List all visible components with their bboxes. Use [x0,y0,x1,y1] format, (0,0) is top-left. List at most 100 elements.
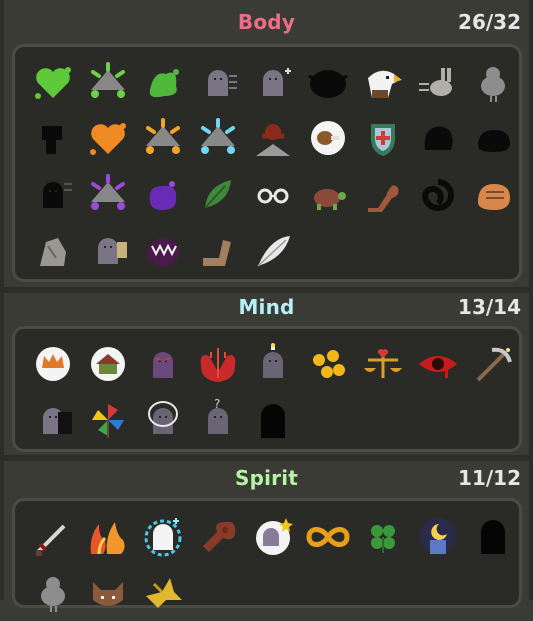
house-thought-bubble-icon [90,347,125,381]
icon-slot[interactable] [80,55,135,111]
icon-slot[interactable] [80,393,135,449]
icon-slot[interactable] [465,55,520,111]
icon-slot[interactable] [465,337,520,393]
icon-slot[interactable] [135,111,190,167]
icon-slot[interactable] [25,393,80,449]
icon-slot[interactable] [300,55,355,111]
icon-slot[interactable] [190,223,245,279]
icon-slot[interactable] [80,337,135,393]
icon-slot[interactable] [25,167,80,223]
icon-slot[interactable] [135,167,190,223]
section-count-spirit: 11/12 [458,466,521,490]
icon-slot[interactable] [245,337,300,393]
gold-bird-icon [145,578,182,608]
icon-slot[interactable] [80,565,135,621]
red-eye-icon [418,356,457,378]
icon-slot[interactable] [410,337,465,393]
icon-slot[interactable] [190,111,245,167]
gray-bird-icon [40,577,65,612]
icon-slot[interactable] [25,509,80,565]
bent-arm-icon [202,240,231,266]
icon-slot[interactable] [245,111,300,167]
green-mountain-splash-icon [90,62,125,98]
orange-heart-splash-icon [89,123,126,155]
icon-slot[interactable] [465,509,520,565]
icon-slot[interactable] [300,111,355,167]
eagle-head-icon [367,70,402,98]
icon-slot[interactable] [135,509,190,565]
icon-slot[interactable] [135,393,190,449]
purple-mountain-splash-icon [90,174,125,210]
icon-slot[interactable] [245,167,300,223]
red-imp-on-rock-icon [255,124,290,156]
icon-slot[interactable] [355,337,410,393]
icon-slot[interactable] [465,167,520,223]
section-title-mind: Mind [238,295,295,319]
icon-slot[interactable] [80,167,135,223]
gray-bird-icon [480,67,505,102]
black-silhouette-icon [41,126,62,154]
glasses-icon [257,188,288,204]
icon-slot[interactable] [190,55,245,111]
clover-icon [370,525,395,553]
icon-slot[interactable] [135,337,190,393]
white-feather-icon [256,236,290,267]
icon-slot[interactable] [190,167,245,223]
icon-slot[interactable] [25,223,80,279]
icon-slot[interactable] [190,337,245,393]
icon-slot[interactable] [135,55,190,111]
icon-slot[interactable] [80,223,135,279]
section-count-body: 26/32 [458,10,521,34]
icon-slot[interactable] [465,111,520,167]
icon-slot[interactable] [245,509,300,565]
icon-grid-mind: ? [25,337,520,449]
icon-slot[interactable] [245,223,300,279]
icon-slot[interactable] [355,167,410,223]
icon-slot[interactable] [355,55,410,111]
green-heart-splash-icon [34,67,71,99]
icon-slot[interactable] [135,223,190,279]
section-mind: Mind 13/14 ? [0,292,533,458]
black-mystery-creature-icon [307,70,348,98]
icon-slot[interactable] [25,111,80,167]
icon-slot[interactable] [245,55,300,111]
icon-slot[interactable] [190,509,245,565]
icon-slot[interactable] [410,509,465,565]
icon-slot[interactable] [80,509,135,565]
icon-slot[interactable] [300,509,355,565]
meat-bat-icon [202,521,235,552]
fire-pair-icon [90,522,125,555]
ghost-star-bubble-icon [255,518,293,555]
icon-slot[interactable] [25,337,80,393]
purple-evil-ghost-icon [152,352,173,378]
black-ghost-silhouette-icon [480,520,505,554]
green-slime-splash-icon [149,69,179,98]
icon-slot[interactable] [25,55,80,111]
icon-slot[interactable] [410,111,465,167]
ghost-question-icon: ? [207,398,228,434]
icon-slot[interactable] [410,167,465,223]
icon-slot[interactable] [245,393,300,449]
icon-panel-mind: ? [12,326,522,452]
green-leaf-icon [203,180,231,209]
icon-slot[interactable] [410,55,465,111]
turtle-icon [313,189,346,210]
icon-grid-body [25,55,520,279]
fox-face-icon [92,582,123,606]
purple-blob-icon [149,181,176,210]
icon-slot[interactable] [300,337,355,393]
gray-rabbit-dash-icon [418,68,452,96]
section-title-spirit: Spirit [234,466,299,490]
orange-fist-icon [477,184,510,210]
icon-slot[interactable] [300,167,355,223]
black-ghost-dash-icon [42,182,72,208]
icon-slot[interactable] [355,111,410,167]
icon-slot[interactable] [25,565,80,621]
gray-ghost-dash-icon [207,70,237,96]
icon-slot[interactable] [135,565,190,621]
ghost-candle-icon [262,343,283,378]
icon-slot[interactable] [80,111,135,167]
icon-slot[interactable]: ? [190,393,245,449]
ghost-halo-icon [147,401,178,434]
icon-slot[interactable] [355,509,410,565]
